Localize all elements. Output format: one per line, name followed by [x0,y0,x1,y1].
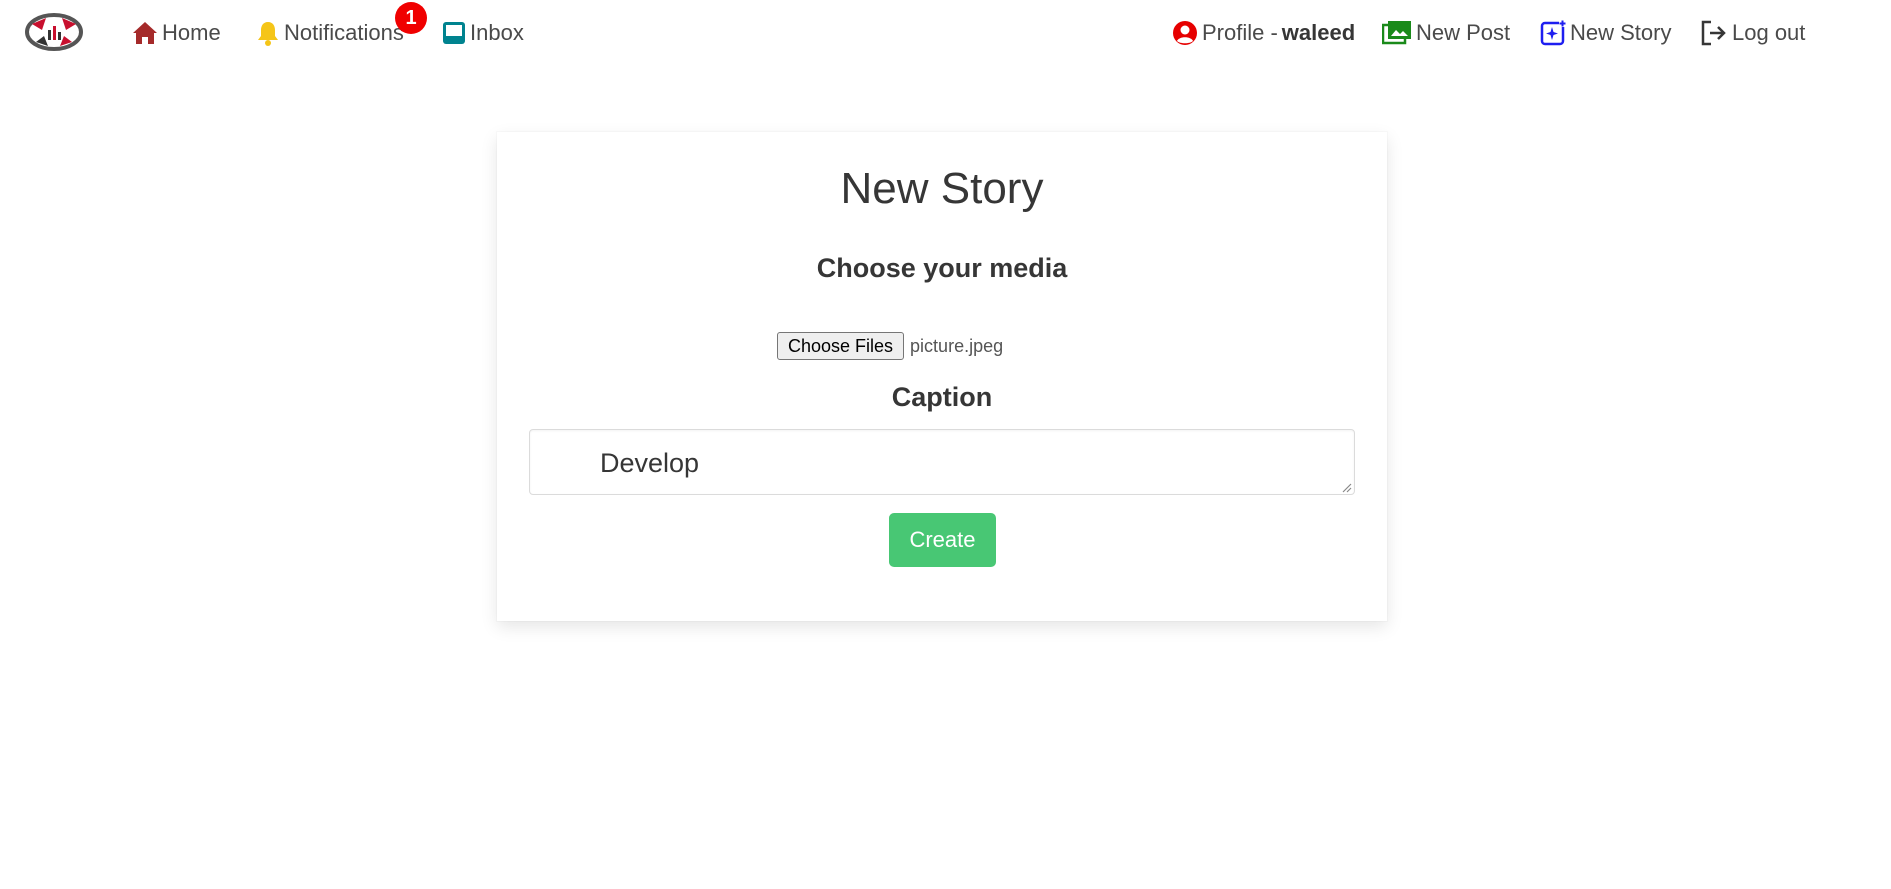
nav-profile-label: Profile - [1202,20,1278,45]
images-icon [1382,20,1412,46]
new-story-card: New Story Choose your media Choose Files… [497,132,1387,621]
page-title: New Story [840,164,1044,213]
nav-new-story-label: New Story [1570,20,1672,45]
resize-grip-icon[interactable] [1340,480,1352,493]
nav-inbox-label: Inbox [470,20,524,45]
nav-new-post-label: New Post [1416,20,1511,45]
app-logo[interactable] [24,10,84,54]
top-navbar: Home Notifications 1 Inbox Profile - wale… [0,0,1891,66]
caption-textarea[interactable]: Develop [529,429,1355,495]
story-plus-icon [1540,20,1566,46]
bell-icon [256,20,280,46]
create-button[interactable]: Create [889,513,996,567]
notification-count-badge: 1 [395,2,427,34]
caption-value: Develop [600,448,700,478]
user-circle-icon [1172,20,1198,46]
nav-new-post-link[interactable]: New Post [1382,18,1510,48]
choose-files-button[interactable]: Choose Files [777,332,905,360]
media-label: Choose your media [816,253,1068,283]
nav-home-link[interactable]: Home [132,18,221,48]
profile-username: waleed [1281,20,1356,45]
nav-logout-label: Log out [1732,20,1806,45]
sign-out-icon [1700,20,1728,46]
nav-inbox-link[interactable]: Inbox [442,18,524,48]
nav-notifications-link[interactable]: Notifications [256,18,404,48]
nav-home-label: Home [162,20,221,45]
nav-new-story-link[interactable]: New Story [1540,18,1671,48]
nav-logout-link[interactable]: Log out [1700,18,1805,48]
selected-file-name: picture.jpeg [910,335,1004,356]
nav-profile-link[interactable]: Profile - waleed [1172,18,1355,48]
caption-label: Caption [891,382,993,412]
file-input[interactable]: Choose Files picture.jpeg [777,331,1003,361]
nav-notifications-label: Notifications [284,20,404,45]
home-icon [132,21,158,45]
inbox-icon [442,21,466,45]
